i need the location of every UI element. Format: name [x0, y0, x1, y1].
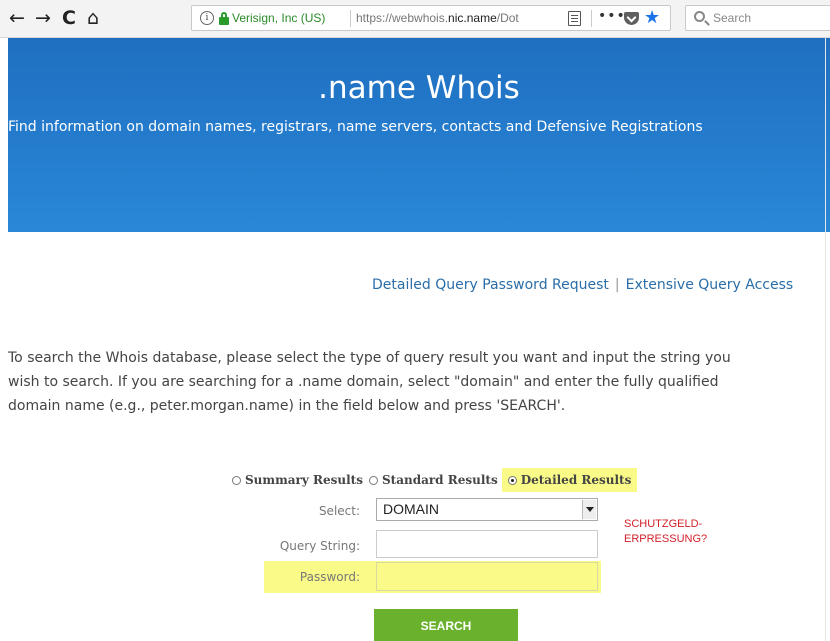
top-links: Detailed Query Password Request | Extensiv…	[372, 277, 793, 293]
url-divider	[350, 10, 351, 27]
radio-standard-results[interactable]: Standard Results	[367, 468, 502, 492]
instructions-line: wish to search. If you are searching for…	[8, 374, 719, 390]
url-bar[interactable]: i Verisign, Inc (US) https://webwhois.ni…	[191, 5, 671, 31]
password-row-highlight: Password:	[264, 561, 601, 593]
chevron-down-icon[interactable]	[582, 500, 596, 519]
select-label: Select:	[318, 504, 360, 518]
home-icon[interactable]: ⌂	[82, 7, 104, 29]
reload-icon[interactable]: C	[58, 7, 80, 29]
url-text[interactable]: https://webwhois.nic.name/Dot	[356, 11, 519, 25]
browser-search-box[interactable]: Search	[685, 5, 830, 31]
search-placeholder: Search	[713, 11, 752, 25]
radio-button-icon[interactable]	[368, 476, 378, 485]
annotation-line: ERPRESSUNG?	[624, 533, 708, 545]
page-banner: .name Whois Find information on domain n…	[8, 38, 830, 232]
instructions-line: To search the Whois database, please sel…	[8, 350, 731, 366]
search-button[interactable]: SEARCH	[374, 609, 518, 641]
annotation-line: SCHUTZGELD-	[624, 518, 703, 530]
query-type-select[interactable]: DOMAIN	[376, 498, 598, 521]
radio-detailed-results[interactable]: Detailed Results	[501, 468, 638, 492]
url-divider	[591, 10, 592, 27]
instructions-line: domain name (e.g., peter.morgan.name) in…	[8, 398, 566, 414]
site-identity[interactable]: Verisign, Inc (US)	[232, 11, 325, 25]
radio-button-checked-icon[interactable]	[507, 476, 517, 485]
reader-view-icon[interactable]	[568, 11, 581, 26]
more-actions-icon[interactable]: •••	[598, 8, 626, 24]
page-edge	[825, 38, 826, 641]
query-string-input[interactable]	[376, 530, 598, 558]
info-icon[interactable]: i	[200, 11, 214, 25]
back-arrow-icon[interactable]: ←	[6, 7, 28, 29]
link-separator: |	[614, 277, 620, 293]
bookmark-star-icon[interactable]: ★	[644, 7, 660, 29]
instructions-text: To search the Whois database, please sel…	[8, 346, 830, 418]
browser-toolbar: ← → C ⌂ i Verisign, Inc (US) https://web…	[0, 0, 830, 38]
select-value: DOMAIN	[383, 501, 439, 517]
search-icon	[694, 11, 705, 22]
result-type-radios: Summary Results Standard Results Detailed …	[230, 468, 638, 492]
query-string-label: Query String:	[279, 539, 360, 553]
extensive-query-access-link[interactable]: Extensive Query Access	[626, 277, 794, 293]
detailed-query-password-link[interactable]: Detailed Query Password Request	[372, 277, 609, 293]
forward-arrow-icon[interactable]: →	[32, 7, 54, 29]
password-input[interactable]	[376, 562, 598, 591]
password-label: Password:	[299, 570, 360, 584]
radio-summary-results[interactable]: Summary Results	[230, 468, 367, 492]
page-title: .name Whois	[318, 70, 520, 106]
handwritten-annotation: SCHUTZGELD- ERPRESSUNG?	[624, 517, 707, 547]
pocket-icon[interactable]	[624, 12, 639, 25]
lock-icon[interactable]	[219, 12, 229, 25]
page-subtitle: Find information on domain names, regist…	[8, 119, 703, 135]
radio-button-icon[interactable]	[232, 476, 241, 485]
